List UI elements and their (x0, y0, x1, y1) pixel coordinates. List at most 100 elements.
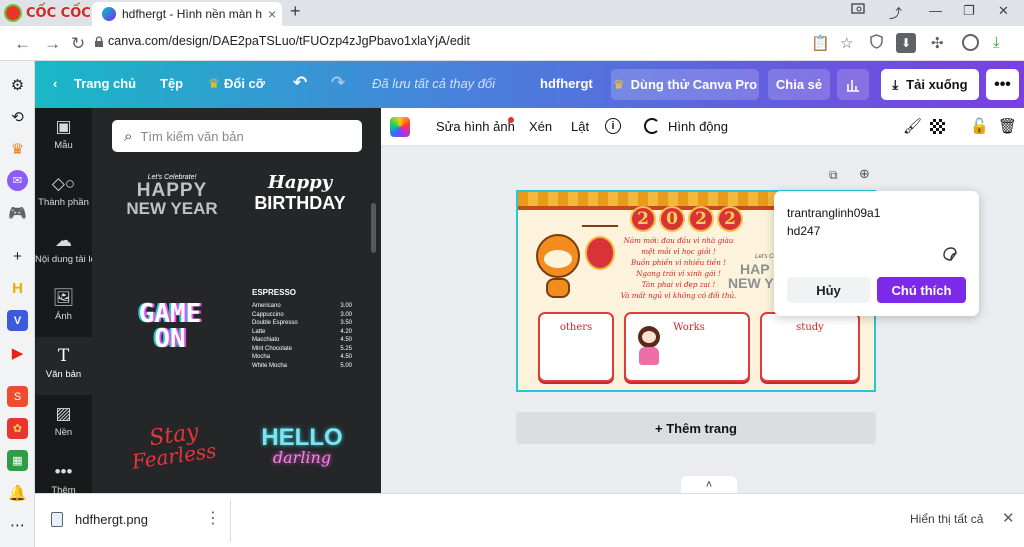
back-chevron-icon[interactable]: ‹ (53, 76, 57, 91)
rail-item-elements[interactable]: ◇○ Thành phần (35, 165, 92, 221)
show-all-downloads-link[interactable]: Hiển thị tất cả (910, 512, 983, 526)
lucky-icon[interactable]: ✿ (7, 418, 28, 439)
hocmai-h-icon[interactable]: H (7, 278, 28, 299)
new-tab-icon[interactable]: + (290, 1, 301, 22)
share-button[interactable]: Chia sẻ (768, 69, 830, 100)
messenger-icon[interactable]: ✉ (7, 170, 28, 191)
rail-item-uploads[interactable]: ☁ Nội dung tải lên (35, 222, 92, 278)
rail-item-background[interactable]: ▨ Nền (35, 395, 92, 451)
clipboard-icon[interactable]: 📋 (811, 34, 830, 52)
transparency-icon[interactable] (930, 119, 945, 134)
redo-icon[interactable]: ↷ (331, 73, 345, 93)
comment-text-line-1[interactable]: trantranglinh09a1 (787, 206, 880, 220)
info-icon[interactable]: i (605, 118, 621, 134)
menu-item-name: Americano (252, 303, 281, 309)
extensions-icon[interactable]: ✣ (931, 34, 944, 52)
delete-icon[interactable]: 🗑 (998, 117, 1017, 135)
save-status: Đã lưu tất cả thay đổi (372, 76, 496, 91)
notifications-bell-icon[interactable]: 🔔 (7, 482, 28, 503)
comment-text-line-2[interactable]: hd247 (787, 224, 820, 238)
crop-button[interactable]: Xén (529, 119, 552, 134)
panel-scrollbar[interactable] (371, 203, 376, 253)
back-icon[interactable]: ← (14, 34, 31, 54)
save-download-icon[interactable]: ⤓ (993, 34, 1000, 51)
paint-roller-icon[interactable]: 🖌 (903, 117, 922, 135)
tab-close-icon[interactable]: × (268, 6, 276, 22)
download-manager-icon[interactable]: ⬇ (896, 33, 916, 53)
rail-item-templates[interactable]: ▣ Mẫu (35, 108, 92, 164)
lock-icon[interactable] (94, 36, 104, 51)
comment-submit-button[interactable]: Chú thích (877, 277, 966, 303)
girl-face (642, 331, 656, 343)
box-others[interactable]: others (538, 312, 614, 382)
close-window-icon[interactable]: ✕ (998, 3, 1009, 19)
shopee-icon[interactable]: S (7, 386, 28, 407)
template-game-on[interactable]: GAME ON (110, 301, 230, 352)
close-download-bar-icon[interactable]: ✕ (1002, 509, 1015, 527)
rail-item-photos[interactable]: 🖼 Ảnh (35, 279, 92, 335)
downloaded-file-name[interactable]: hdfhergt.png (75, 512, 148, 527)
poem-line: Năm mới: đau đầu vì nhà giàu (623, 236, 734, 245)
duplicate-page-icon[interactable]: ⧉ (829, 168, 838, 183)
try-pro-button[interactable]: ♛ Dùng thử Canva Pro (611, 69, 759, 100)
rail-item-text[interactable]: T Văn bản (35, 337, 92, 395)
template-happy-new-year[interactable]: Let's Celebrate! HAPPY NEW YEAR (112, 174, 232, 218)
v-app-icon[interactable]: V (7, 310, 28, 331)
add-page-button[interactable]: + Thêm trang (516, 412, 876, 444)
template-hello-darling[interactable]: HELLO darling (242, 426, 362, 466)
canva-side-rail: ▣ Mẫu ◇○ Thành phần ☁ Nội dung tải lên 🖼… (35, 108, 92, 496)
flip-button[interactable]: Lật (571, 119, 589, 134)
box-works[interactable]: Works (624, 312, 750, 382)
bookmark-star-icon[interactable]: ☆ (840, 34, 853, 52)
design-name[interactable]: hdfhergt (540, 76, 593, 91)
box-study[interactable]: study (760, 312, 860, 382)
more-dots-icon[interactable]: ⋯ (7, 514, 28, 535)
photo-icon: 🖼 (52, 288, 75, 307)
search-input[interactable]: ⌕ Tìm kiếm văn bản (112, 120, 362, 152)
lock-toolbar-icon[interactable]: 🔓 (970, 117, 989, 135)
text-icon: T (57, 346, 70, 366)
forward-icon[interactable]: → (44, 34, 61, 54)
minimize-icon[interactable]: — (929, 3, 942, 18)
menu-row: Cappuccino 3.00 (252, 311, 352, 320)
reload-icon[interactable]: ↻ (71, 34, 85, 54)
home-menu[interactable]: Trang chủ (74, 76, 136, 91)
crown-icon[interactable]: ♛ (7, 138, 28, 159)
emoji-sticker-icon[interactable] (942, 246, 958, 265)
template-happy-birthday[interactable]: Happy BIRTHDAY (240, 172, 360, 214)
edit-image-button[interactable]: Sửa hình ảnh (436, 119, 515, 134)
restore-icon[interactable]: ❐ (963, 3, 975, 19)
expand-notes-chevron-icon[interactable]: ˄ (681, 476, 737, 493)
file-menu[interactable]: Tệp (160, 76, 183, 91)
youtube-icon[interactable]: ▶ (7, 342, 28, 363)
undo-icon[interactable]: ↶ (293, 73, 307, 93)
url-text[interactable]: canva.com/design/DAE2paTSLuo/tFUOzp4zJgP… (108, 34, 470, 48)
resize-menu[interactable]: Đổi cỡ (224, 76, 265, 91)
tab-search-icon[interactable] (851, 3, 865, 18)
profile-avatar-icon[interactable] (962, 34, 979, 51)
file-options-icon[interactable]: ⋮ (205, 508, 221, 528)
shield-icon[interactable] (870, 34, 883, 53)
add-shortcut-icon[interactable]: + (7, 246, 28, 267)
game-controller-icon[interactable]: 🎮 (7, 202, 28, 223)
more-options-icon[interactable]: ••• (986, 69, 1019, 100)
sheets-icon[interactable]: ▦ (7, 450, 28, 471)
year-digit-badge: 2 (630, 206, 656, 232)
pro-crown-icon: ♛ (612, 76, 625, 92)
share-label: Chia sẻ (775, 77, 823, 92)
settings-gear-icon[interactable]: ⚙ (7, 74, 28, 95)
browser-tab-active[interactable]: hdfhergt - Hình nền màn hình × (92, 2, 282, 26)
screenshot-icon[interactable]: ⤴ (889, 3, 902, 22)
template-text: NEW YEAR (126, 199, 218, 218)
cancel-button[interactable]: Hủy (787, 277, 870, 303)
download-button[interactable]: ⤓ Tải xuống (881, 69, 979, 100)
animate-button[interactable]: Hình động (668, 119, 728, 134)
color-picker-icon[interactable] (390, 117, 410, 137)
insights-chart-icon[interactable] (837, 69, 869, 100)
template-espresso-menu[interactable]: ESPRESSO Americano 3.00 Cappuccino 3.00 Doub… (252, 288, 352, 370)
template-stay-fearless[interactable]: Stay Fearless (114, 420, 234, 474)
history-icon[interactable]: ⟲ (7, 106, 28, 127)
add-page-icon[interactable]: ⊕ (859, 166, 870, 182)
menu-list: Americano 3.00 Cappuccino 3.00 Double Espres… (252, 302, 352, 370)
browser-brand[interactable]: CỐC CỐC (4, 3, 91, 23)
